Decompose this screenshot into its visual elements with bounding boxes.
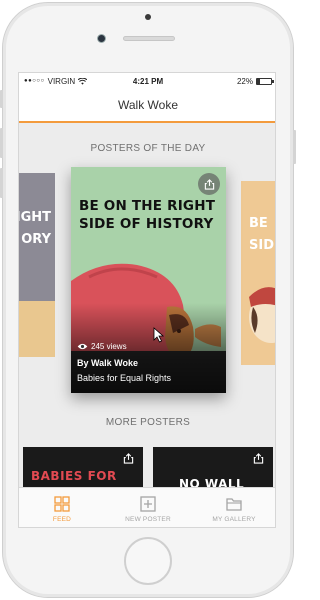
tab-my-gallery[interactable]: MY GALLERY — [191, 488, 275, 527]
volume-down-button — [0, 168, 3, 198]
grid-icon — [54, 495, 70, 512]
power-button — [293, 130, 296, 164]
mute-switch — [0, 90, 3, 108]
status-bar: ●●○○○ VIRGIN 4:21 PM 22% — [19, 73, 275, 89]
battery-icon — [256, 77, 274, 85]
folder-icon — [226, 497, 242, 511]
earpiece-speaker — [123, 36, 175, 41]
app-screen: ●●○○○ VIRGIN 4:21 PM 22% Walk Woke POSTE… — [18, 72, 276, 528]
tab-feed-label: FEED — [52, 515, 72, 523]
tab-new-poster-label: NEW POSTER — [125, 515, 171, 523]
status-time: 4:21 PM — [132, 76, 164, 86]
cursor-pointer-icon — [153, 327, 165, 343]
more-share-button[interactable] — [121, 451, 135, 465]
volume-up-button — [0, 128, 3, 158]
poster-previous-illustration — [19, 301, 55, 357]
share-icon — [123, 452, 133, 464]
proximity-sensor — [145, 14, 151, 20]
poster-headline: BE ON THE RIGHT SIDE OF HISTORY — [79, 198, 216, 232]
poster-author[interactable]: By Walk Woke — [77, 358, 171, 368]
tab-new-poster[interactable]: NEW POSTER — [105, 488, 191, 527]
wifi-icon — [78, 77, 88, 85]
posters-of-day-heading: POSTERS OF THE DAY — [90, 143, 206, 154]
poster-meta: 245 views By Walk Woke Babies for Equal … — [77, 342, 171, 383]
more-share-button[interactable] — [251, 451, 265, 465]
share-icon — [204, 178, 214, 190]
tab-bar: FEED NEW POSTER MY GALLERY — [19, 487, 275, 527]
app-title: Walk Woke — [117, 98, 178, 112]
poster-card-previous[interactable]: IGHT ORY — [18, 173, 55, 357]
signal-dots-icon: ●●○○○ — [24, 78, 45, 84]
tab-my-gallery-label: MY GALLERY — [212, 515, 256, 523]
share-icon — [253, 452, 263, 464]
featured-poster-card[interactable]: BE ON THE RIGHT SIDE OF HISTORY 245 view… — [71, 167, 226, 393]
more-posters-heading: MORE POSTERS — [105, 417, 191, 428]
poster-title: Babies for Equal Rights — [77, 373, 172, 383]
share-button[interactable] — [198, 173, 220, 195]
battery-fill — [257, 78, 261, 84]
poster-next-text: BE SID — [249, 216, 274, 253]
carrier-name: VIRGIN — [47, 76, 76, 86]
plus-square-icon — [140, 495, 156, 512]
poster-next-illustration — [249, 287, 275, 343]
poster-card-next[interactable]: BE SID — [241, 181, 275, 365]
home-button[interactable] — [124, 537, 172, 585]
views-row: 245 views — [77, 342, 171, 351]
poster-previous-text: IGHT ORY — [18, 210, 51, 247]
eye-icon — [77, 343, 88, 350]
nav-bar: Walk Woke — [19, 89, 275, 123]
battery-percent: 22% — [236, 76, 253, 86]
tab-feed[interactable]: FEED — [19, 488, 105, 527]
front-camera — [97, 34, 106, 43]
more-poster-text: BABIES FOR — [31, 469, 117, 483]
more-poster-card[interactable]: BABIES FOR — [23, 447, 143, 491]
views-count: 245 views — [91, 342, 127, 351]
more-poster-card[interactable]: NO WALL — [153, 447, 273, 491]
